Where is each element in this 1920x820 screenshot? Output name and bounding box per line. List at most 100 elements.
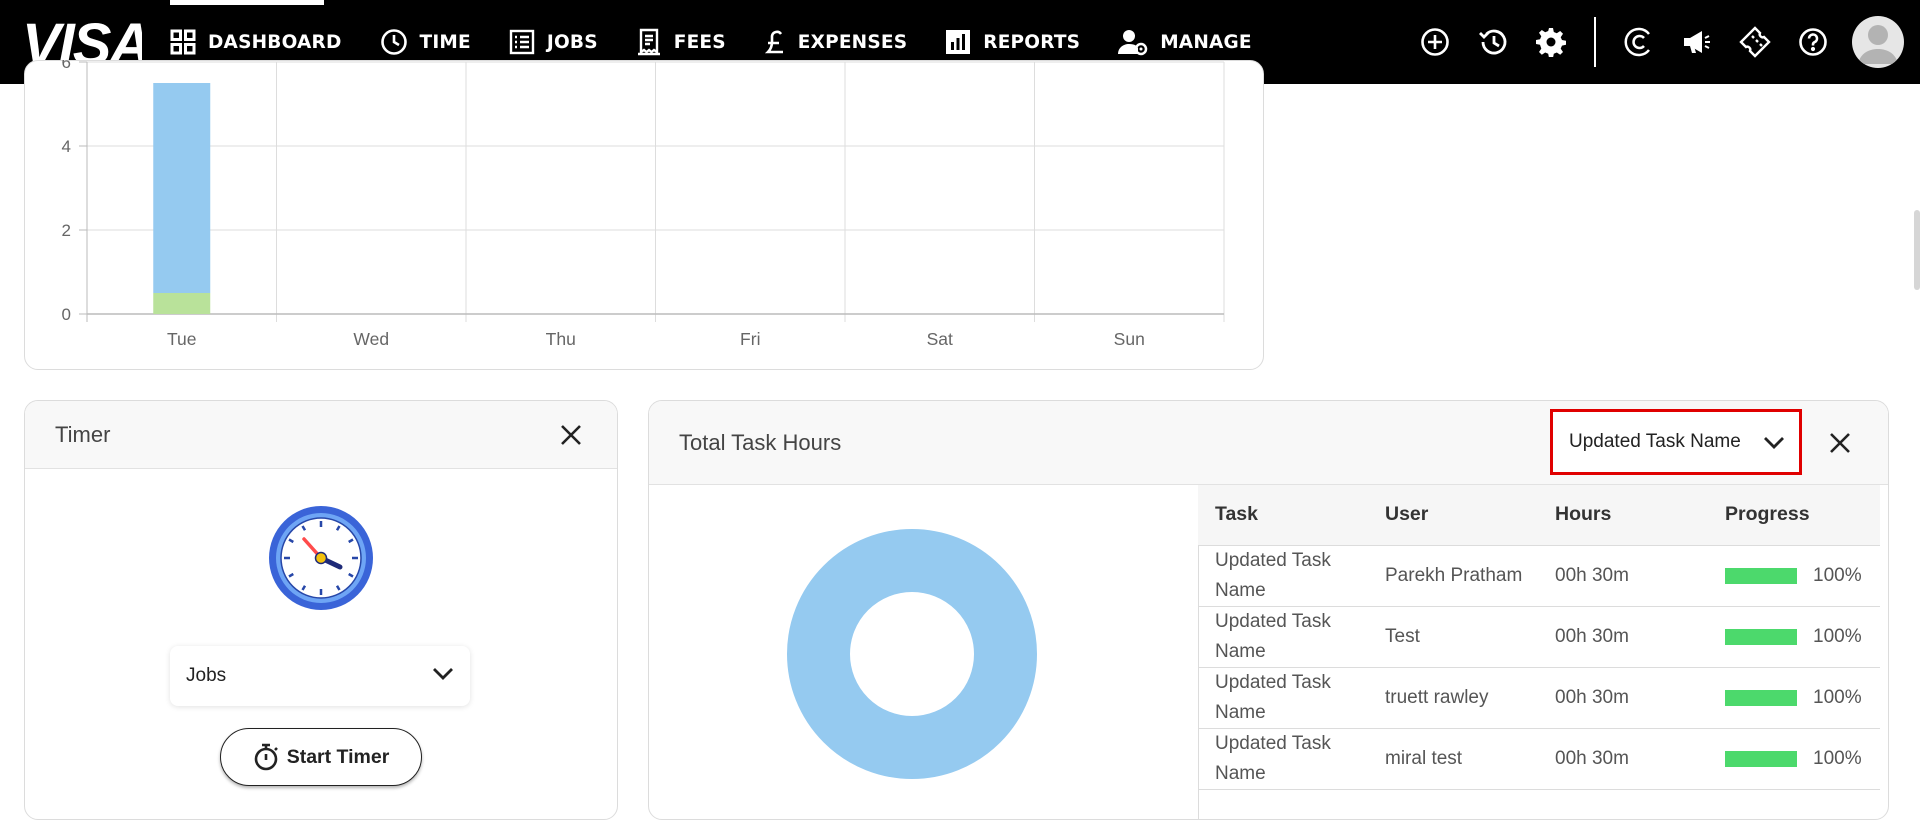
list-icon — [509, 29, 535, 55]
alarm-clock-icon — [268, 505, 374, 611]
donut-slice — [787, 529, 1037, 779]
history-icon — [1479, 29, 1507, 55]
c-logo-icon — [1624, 27, 1650, 57]
cell-progress: 100% — [1708, 606, 1880, 668]
total-task-hours-card: Total Task Hours Updated Task Name Task … — [648, 400, 1889, 820]
nav-fees-label: FEES — [673, 31, 726, 53]
nav-time-label: TIME — [419, 31, 471, 53]
chevron-down-icon — [1764, 437, 1784, 449]
close-icon[interactable] — [559, 423, 583, 447]
cell-task: Updated Task Name — [1198, 545, 1368, 607]
nav-separator — [1594, 17, 1596, 67]
cell-task: Updated Task Name — [1198, 728, 1368, 790]
c-logo-button[interactable] — [1610, 0, 1668, 84]
y-tick-label: 2 — [62, 221, 71, 240]
x-tick-label: Sat — [927, 329, 953, 349]
task-hours-title: Total Task Hours — [679, 429, 842, 455]
nav-actions — [1406, 0, 1920, 84]
col-header-progress[interactable]: Progress — [1708, 485, 1880, 546]
y-tick-label: 6 — [62, 60, 71, 72]
progress-bar — [1725, 689, 1797, 706]
user-gear-icon — [1118, 30, 1148, 56]
settings-button[interactable] — [1522, 0, 1580, 84]
table-row: Updated Task Name Test 00h 30m 100% — [1198, 606, 1880, 668]
cell-user: miral test — [1368, 728, 1538, 790]
y-tick-label: 4 — [62, 137, 71, 156]
progress-bar — [1725, 628, 1797, 645]
table-row: Updated Task Name miral test 00h 30m 100… — [1198, 728, 1880, 790]
nav-expenses-label: EXPENSES — [797, 31, 908, 53]
progress-percent: 100% — [1813, 747, 1862, 769]
bar-segment — [153, 83, 211, 293]
progress-percent: 100% — [1813, 564, 1862, 586]
col-header-hours[interactable]: Hours — [1538, 485, 1708, 546]
progress-bar — [1725, 567, 1797, 584]
cell-progress: 100% — [1708, 728, 1880, 790]
pound-icon — [764, 30, 783, 54]
history-button[interactable] — [1464, 0, 1522, 84]
table-header-row: Task User Hours Progress — [1198, 485, 1880, 546]
x-tick-label: Thu — [546, 329, 576, 349]
help-button[interactable] — [1784, 0, 1842, 84]
cell-hours: 00h 30m — [1538, 667, 1708, 729]
chevron-down-icon — [433, 668, 453, 680]
plus-circle-icon — [1421, 28, 1449, 56]
help-icon — [1799, 28, 1827, 56]
gear-icon — [1536, 28, 1566, 57]
clock-icon — [380, 29, 407, 55]
cell-user: Test — [1368, 606, 1538, 668]
progress-percent: 100% — [1813, 625, 1862, 647]
bar-segment — [153, 293, 211, 314]
nav-reports-label: REPORTS — [983, 31, 1081, 53]
avatar[interactable] — [1852, 16, 1904, 68]
x-tick-label: Fri — [740, 329, 760, 349]
nav-dashboard-label: DASHBOARD — [208, 31, 342, 53]
weekly-hours-chart: 0 2 4 6 Tue Wed Thu Fri Sat Sun — [62, 60, 1225, 349]
x-tick-label: Wed — [353, 329, 389, 349]
grid-icon — [170, 29, 196, 55]
announcements-button[interactable] — [1668, 0, 1726, 84]
nav-manage-label: MANAGE — [1160, 31, 1252, 53]
stopwatch-icon — [254, 743, 278, 771]
task-hours-donut-chart — [787, 529, 1037, 779]
jobs-select[interactable]: Jobs — [170, 646, 470, 706]
y-tick-label: 0 — [62, 305, 71, 324]
progress-bar — [1725, 750, 1797, 767]
page-scrollbar[interactable] — [1914, 210, 1920, 290]
x-tick-label: Tue — [167, 329, 197, 349]
add-button[interactable] — [1406, 0, 1464, 84]
task-hours-table: Task User Hours Progress Updated Task Na… — [1198, 485, 1880, 790]
cell-task: Updated Task Name — [1198, 606, 1368, 668]
cell-hours: 00h 30m — [1538, 606, 1708, 668]
col-header-user[interactable]: User — [1368, 485, 1538, 546]
bar-chart-icon — [946, 30, 971, 54]
cell-progress: 100% — [1708, 545, 1880, 607]
user-icon — [1858, 25, 1898, 64]
cell-hours: 00h 30m — [1538, 545, 1708, 607]
ticket-button[interactable] — [1726, 0, 1784, 84]
ticket-icon — [1739, 26, 1771, 58]
receipt-icon — [637, 28, 660, 56]
megaphone-icon — [1684, 31, 1710, 53]
jobs-select-value: Jobs — [186, 665, 227, 686]
cell-progress: 100% — [1708, 667, 1880, 729]
nav-jobs-label: JOBS — [546, 31, 598, 53]
close-icon[interactable] — [1828, 431, 1852, 455]
start-timer-button[interactable]: Start Timer — [220, 728, 422, 786]
cell-hours: 00h 30m — [1538, 728, 1708, 790]
col-header-task[interactable]: Task — [1198, 485, 1368, 546]
progress-percent: 100% — [1813, 686, 1862, 708]
task-hours-header: Total Task Hours Updated Task Name — [649, 401, 1888, 485]
task-name-select-value: Updated Task Name — [1569, 431, 1741, 452]
cell-user: truett rawley — [1368, 667, 1538, 729]
timer-card: Timer Jobs Start Timer — [24, 400, 618, 820]
start-timer-label: Start Timer — [286, 745, 390, 768]
table-row: Updated Task Name truett rawley 00h 30m … — [1198, 667, 1880, 729]
cell-task: Updated Task Name — [1198, 667, 1368, 729]
task-name-select[interactable]: Updated Task Name — [1550, 409, 1802, 475]
timer-header: Timer — [25, 401, 617, 469]
cell-user: Parekh Pratham — [1368, 545, 1538, 607]
timer-title: Timer — [55, 421, 111, 447]
x-tick-label: Sun — [1114, 329, 1145, 349]
table-row: Updated Task Name Parekh Pratham 00h 30m… — [1198, 545, 1880, 607]
